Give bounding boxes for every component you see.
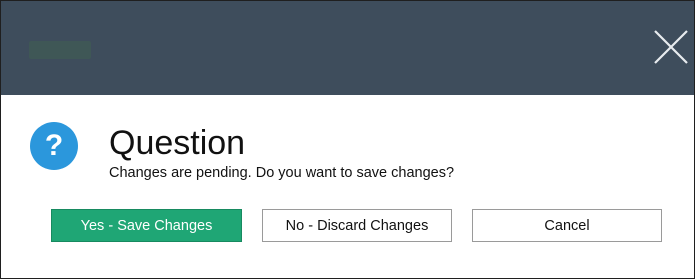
save-changes-button[interactable]: Yes - Save Changes bbox=[51, 209, 242, 242]
dialog-window: ? Question Changes are pending. Do you w… bbox=[0, 0, 695, 279]
dialog-title: Question bbox=[109, 124, 246, 162]
close-button[interactable] bbox=[651, 27, 691, 67]
app-logo-icon bbox=[29, 41, 91, 59]
question-mark-icon: ? bbox=[30, 122, 78, 170]
question-mark-glyph: ? bbox=[44, 129, 64, 162]
dialog-titlebar bbox=[1, 1, 694, 95]
dialog-message: Changes are pending. Do you want to save… bbox=[109, 165, 455, 181]
cancel-button[interactable]: Cancel bbox=[472, 209, 662, 242]
discard-changes-button[interactable]: No - Discard Changes bbox=[262, 209, 452, 242]
close-icon bbox=[654, 30, 688, 64]
